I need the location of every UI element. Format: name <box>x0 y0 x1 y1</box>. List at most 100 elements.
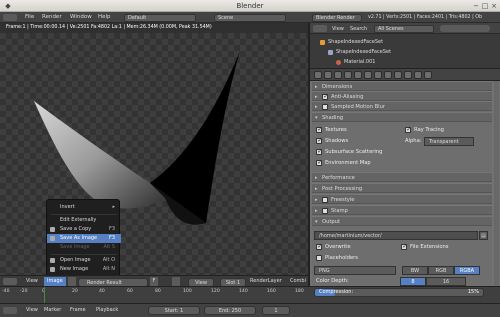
render-pass-select[interactable]: Combi <box>290 277 306 286</box>
editor-type-icon[interactable] <box>3 14 17 21</box>
menu-playback[interactable]: Playback <box>96 306 118 315</box>
scene-filter-select[interactable]: All Scenes <box>374 24 434 33</box>
outliner-row-label: Material.001 <box>344 59 376 65</box>
scene-tab-icon[interactable] <box>334 71 342 79</box>
panel-post-processing[interactable]: Post Processing <box>312 183 492 194</box>
color-bw-button[interactable]: BW <box>402 266 428 275</box>
timeline-tick: 180 <box>295 289 304 294</box>
output-path-input[interactable]: /home/martinium/vector/ <box>314 231 478 240</box>
physics-tab-icon[interactable] <box>424 71 432 79</box>
anti-aliasing-checkbox[interactable] <box>322 92 328 102</box>
panel-output[interactable]: Output <box>312 216 492 227</box>
menu-help[interactable]: Help <box>98 12 111 23</box>
compression-slider[interactable]: Compression: 15% <box>314 288 484 297</box>
render-layers-tab-icon[interactable] <box>324 71 332 79</box>
info-header: File Render Window Help Default Scene Bl… <box>0 12 500 23</box>
scene-select[interactable]: Scene <box>214 13 286 22</box>
color-rgb-button[interactable]: RGB <box>428 266 454 275</box>
menu-view[interactable]: View <box>26 306 38 315</box>
editor-type-icon[interactable] <box>313 25 327 32</box>
menu-frame[interactable]: Frame <box>70 306 86 315</box>
render-tab-icon[interactable] <box>314 71 322 79</box>
outliner-row[interactable]: ShapeIndexedFaceSet <box>310 48 500 57</box>
world-tab-icon[interactable] <box>344 71 352 79</box>
panel-performance[interactable]: Performance <box>312 172 492 183</box>
outliner: ShapeIndexedFaceSet ShapeIndexedFaceSet … <box>310 34 500 68</box>
panel-sampled-motion-blur[interactable]: Sampled Motion Blur <box>312 101 492 112</box>
menu-file[interactable]: File <box>25 12 34 23</box>
menu-item-save-a-copy[interactable]: Save a Copy F3 <box>47 225 121 234</box>
menu-item-open-image[interactable]: Open Image Alt O <box>47 256 121 265</box>
env-map-checkbox[interactable] <box>316 159 322 166</box>
editor-type-icon[interactable] <box>3 307 17 314</box>
editor-type-icon[interactable] <box>3 278 17 285</box>
image-browse-icon[interactable] <box>68 277 76 286</box>
panel-shading[interactable]: Shading <box>312 112 492 123</box>
depth-16-button[interactable]: 16 <box>426 277 466 286</box>
maximize-icon[interactable]: □ <box>481 2 489 10</box>
placeholders-checkbox[interactable] <box>316 255 322 261</box>
timeline-tick: -40 <box>2 289 10 294</box>
material-tab-icon[interactable] <box>394 71 402 79</box>
menu-item-label: Invert <box>60 204 75 210</box>
stamp-checkbox[interactable] <box>322 207 328 214</box>
menu-render[interactable]: Render <box>42 12 62 23</box>
shadows-checkbox[interactable] <box>316 137 322 144</box>
menu-search[interactable]: Search <box>350 25 367 33</box>
subsurface-checkbox[interactable] <box>316 148 322 155</box>
fake-user-button[interactable]: F <box>150 277 158 286</box>
overwrite-checkbox[interactable] <box>316 243 322 250</box>
window-menu-icon[interactable]: ◆ <box>4 2 12 10</box>
file-extensions-checkbox[interactable] <box>401 243 407 250</box>
panel-dimensions[interactable]: Dimensions <box>312 81 492 92</box>
particles-tab-icon[interactable] <box>414 71 422 79</box>
menu-item-edit-externally[interactable]: Edit Externally <box>47 216 121 225</box>
close-icon[interactable]: × <box>490 2 498 10</box>
ray-tracing-checkbox[interactable] <box>405 126 411 133</box>
menu-view[interactable]: View <box>332 25 344 33</box>
folder-icon[interactable]: ▤ <box>479 231 488 240</box>
menu-item-invert[interactable]: Invert ▸ <box>47 203 121 212</box>
object-tab-icon[interactable] <box>354 71 362 79</box>
properties-scrollbar[interactable] <box>494 81 499 286</box>
timeline-tick: 20 <box>72 289 78 294</box>
start-value: 1 <box>180 308 184 314</box>
menu-window[interactable]: Window <box>70 12 92 23</box>
end-frame-field[interactable]: End: 250 <box>204 306 256 315</box>
data-tab-icon[interactable] <box>384 71 392 79</box>
motion-blur-checkbox[interactable] <box>322 103 328 110</box>
render-layer-select[interactable]: RenderLayer <box>250 277 282 286</box>
menu-image[interactable]: Image <box>44 277 66 286</box>
start-frame-field[interactable]: Start: 1 <box>148 306 200 315</box>
menu-item-save-as-image[interactable]: Save As Image F3 <box>47 234 121 243</box>
overwrite-label: Overwrite <box>325 244 351 250</box>
panel-freestyle[interactable]: Freestyle <box>312 194 492 205</box>
freestyle-checkbox[interactable] <box>322 196 328 203</box>
modifiers-tab-icon[interactable] <box>374 71 382 79</box>
pin-icon[interactable] <box>172 277 180 286</box>
alpha-select[interactable]: Transparent <box>424 136 474 146</box>
texture-tab-icon[interactable] <box>404 71 412 79</box>
minimize-icon[interactable]: − <box>472 2 480 10</box>
file-format-select[interactable]: PNG <box>314 266 396 275</box>
render-engine-select[interactable]: Blender Render <box>312 13 362 22</box>
depth-8-button[interactable]: 8 <box>400 277 426 286</box>
current-frame-field[interactable]: 1 <box>262 306 290 315</box>
layout-select[interactable]: Default <box>124 13 196 22</box>
textures-checkbox[interactable] <box>316 126 322 133</box>
color-rgba-button[interactable]: RGBA <box>454 266 480 275</box>
color-depth-label: Color Depth: <box>316 278 349 284</box>
outliner-search-input[interactable] <box>440 25 490 32</box>
constraints-tab-icon[interactable] <box>364 71 372 79</box>
menu-item-label: Save Image <box>60 244 90 250</box>
menu-marker[interactable]: Marker <box>44 306 61 315</box>
outliner-row[interactable]: Material.001 <box>310 58 500 67</box>
menu-item-new-image[interactable]: New Image Alt N <box>47 265 121 274</box>
outliner-row[interactable]: ShapeIndexedFaceSet <box>310 38 500 47</box>
menu-item-save-image[interactable]: Save Image Alt S <box>47 243 121 252</box>
panel-stamp[interactable]: Stamp <box>312 205 492 216</box>
current-frame-marker[interactable] <box>44 287 45 304</box>
panel-anti-aliasing[interactable]: Anti-Aliasing <box>312 91 492 102</box>
end-label: End: <box>218 308 231 314</box>
menu-view[interactable]: View <box>26 277 38 286</box>
